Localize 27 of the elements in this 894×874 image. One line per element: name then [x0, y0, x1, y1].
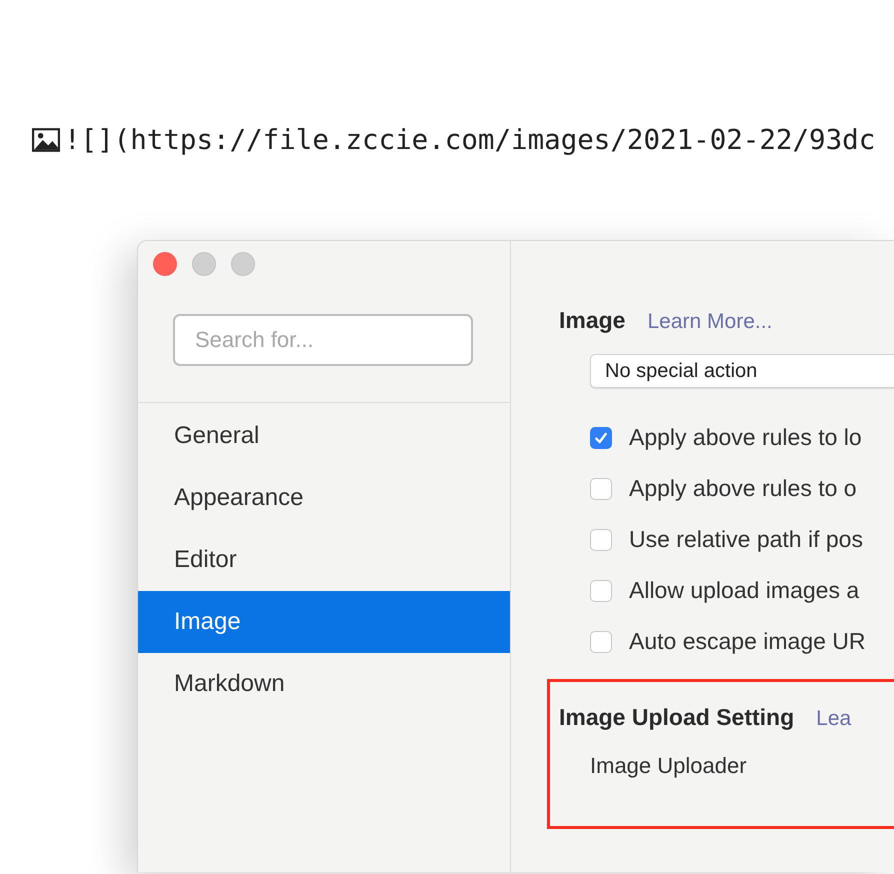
sidebar-item[interactable]: Appearance [138, 467, 510, 529]
checkbox-label: Use relative path if pos [629, 526, 863, 553]
search-field[interactable]: Search for... [173, 314, 473, 366]
checkbox-label: Auto escape image UR [629, 628, 866, 655]
markdown-text: ![](https://file.zccie.com/images/2021-02-22/93dc [64, 124, 876, 156]
checkbox[interactable] [590, 630, 612, 652]
sidebar-item[interactable]: General [138, 405, 510, 467]
close-icon[interactable] [153, 252, 177, 276]
sidebar-item[interactable]: Editor [138, 529, 510, 591]
image-icon [32, 128, 60, 152]
learn-more-link[interactable]: Lea [816, 707, 852, 731]
checkbox[interactable] [590, 426, 612, 448]
section-title: Image [559, 307, 626, 334]
checkbox-label: Apply above rules to o [629, 475, 857, 502]
dropdown[interactable]: No special action [590, 354, 894, 388]
minimize-icon[interactable] [192, 252, 216, 276]
sidebar-item[interactable]: Image [138, 591, 510, 653]
checkbox-label: Apply above rules to lo [629, 424, 862, 451]
section-title: Image Upload Setting [559, 704, 794, 731]
checkbox[interactable] [590, 580, 612, 602]
checkbox[interactable] [590, 478, 612, 500]
field-label: Image Uploader [590, 753, 748, 779]
learn-more-link[interactable]: Learn More... [647, 310, 772, 334]
checkbox-label: Allow upload images a [629, 577, 860, 604]
sidebar-item[interactable]: Markdown [138, 653, 510, 715]
checkbox[interactable] [590, 528, 612, 550]
zoom-icon[interactable] [231, 252, 255, 276]
